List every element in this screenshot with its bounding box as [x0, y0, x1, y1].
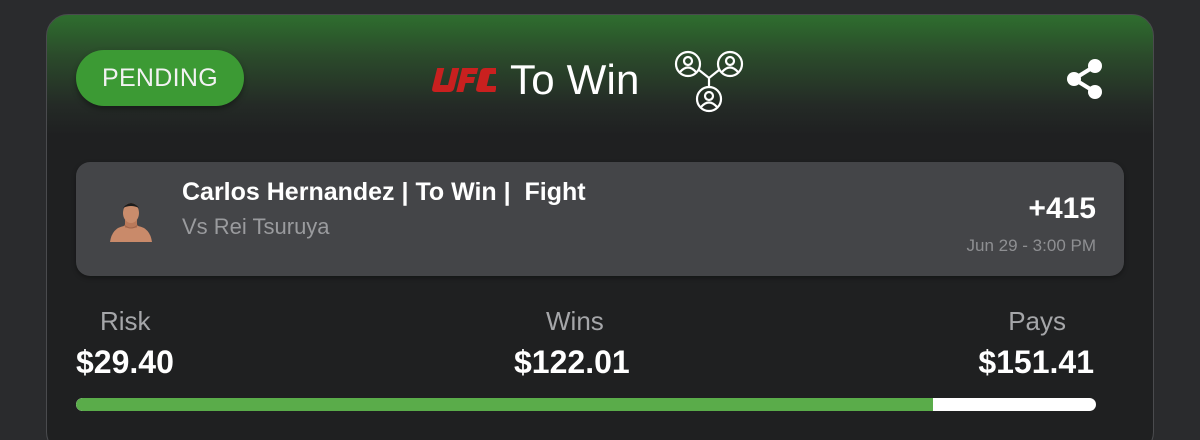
status-badge: PENDING: [76, 50, 244, 106]
share-icon[interactable]: [1064, 58, 1106, 105]
ufc-logo: [428, 65, 496, 95]
pays-value: $151.41: [978, 344, 1094, 380]
wins-value: $122.01: [514, 344, 630, 380]
bet-slip-page: PENDING To Win Carlos Hernandez | To Win…: [0, 0, 1200, 440]
risk-value: $29.40: [76, 344, 174, 380]
leg-start-time: Jun 29 - 3:00 PM: [966, 236, 1096, 255]
leg-title: Carlos Hernandez | To Win | Fight: [182, 178, 586, 206]
risk-label: Risk: [100, 306, 151, 336]
bet-title: To Win: [428, 50, 640, 110]
bet-leg-card[interactable]: Carlos Hernandez | To Win | Fight Vs Rei…: [76, 162, 1124, 276]
network-users-icon[interactable]: [672, 50, 746, 119]
pays-label: Pays: [1008, 306, 1066, 336]
bet-progress-bar: [76, 398, 1096, 411]
wins-label: Wins: [546, 306, 604, 336]
status-label: PENDING: [101, 63, 218, 92]
leg-opponent: Vs Rei Tsuruya: [182, 214, 330, 239]
bet-progress-fill: [76, 398, 933, 411]
leg-odds: +415: [1028, 192, 1096, 225]
fighter-avatar: [108, 198, 154, 242]
bet-type-title: To Win: [510, 56, 640, 103]
